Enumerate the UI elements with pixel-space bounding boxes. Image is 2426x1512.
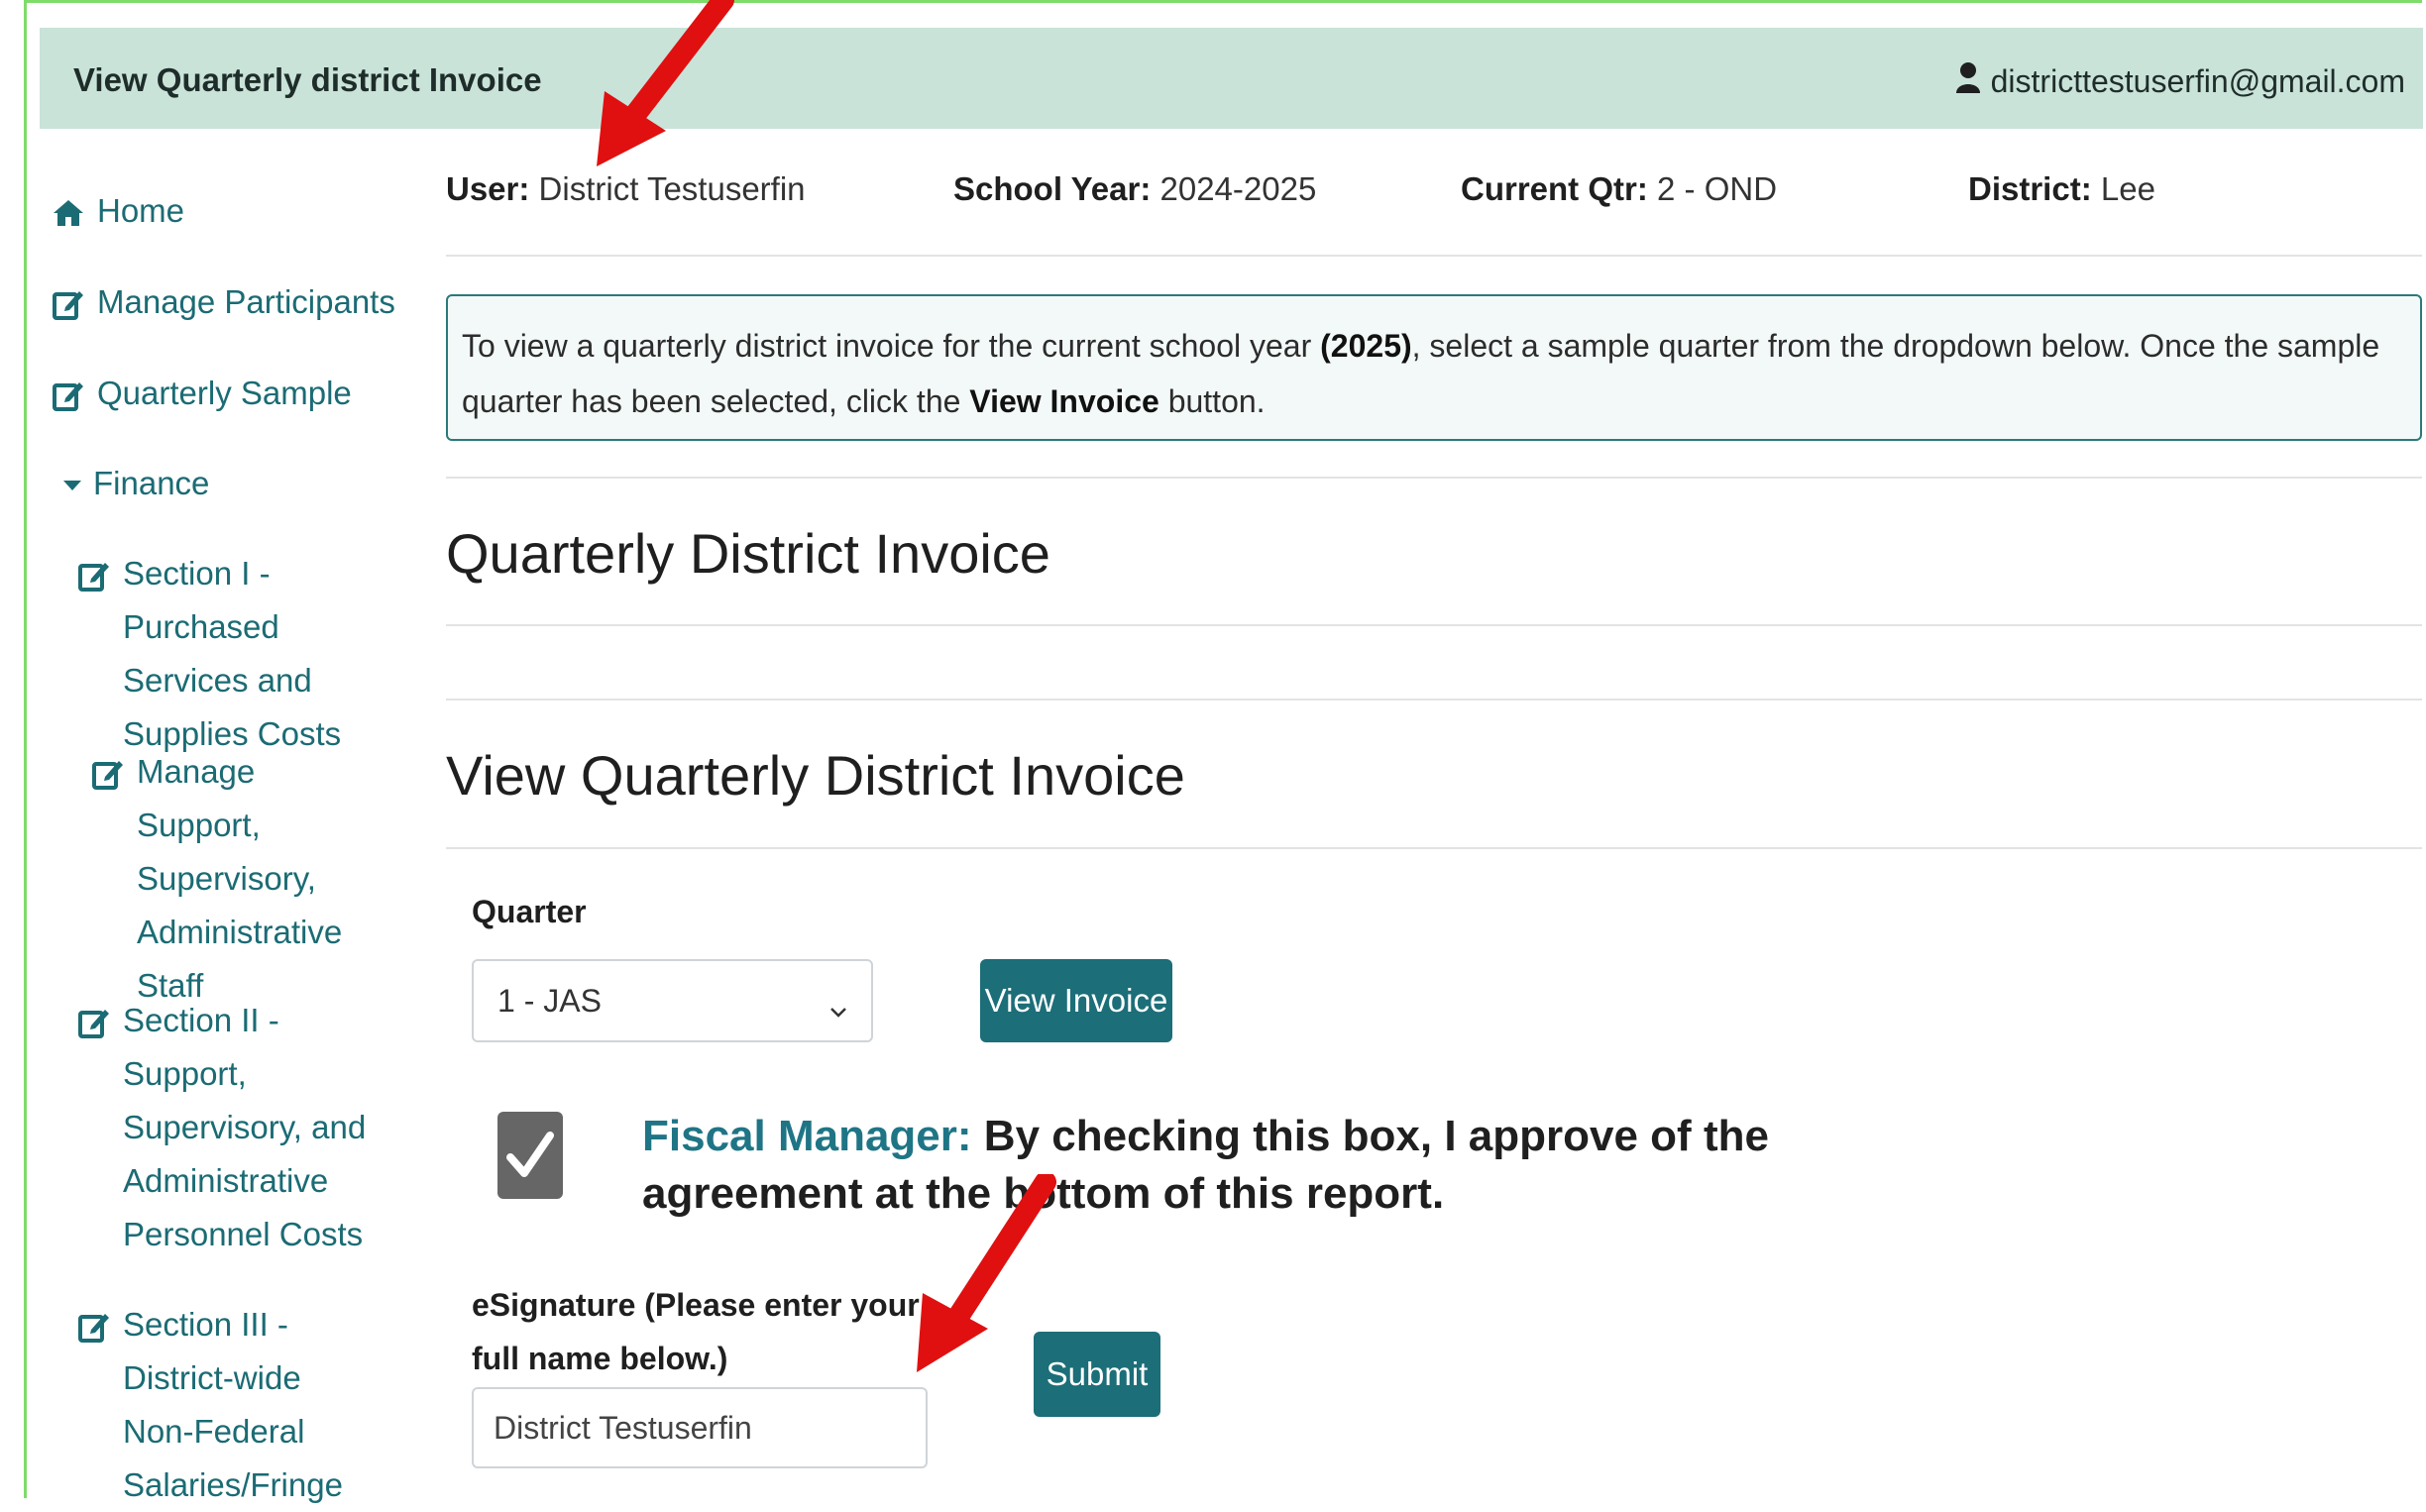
sidebar-item-finance[interactable]: Finance xyxy=(55,457,209,510)
divider xyxy=(446,624,2422,626)
agreement-text: Fiscal Manager: By checking this box, I … xyxy=(642,1108,1881,1223)
meta-district-value: Lee xyxy=(2100,170,2155,207)
checkmark-icon xyxy=(506,1132,554,1177)
quarter-select[interactable]: 1 - JAS xyxy=(472,959,873,1042)
chevron-down-icon xyxy=(829,992,847,1018)
quarter-label: Quarter xyxy=(472,894,587,929)
agreement-role: Fiscal Manager: xyxy=(642,1112,972,1160)
user-email-text: districttestuserfin@gmail.com xyxy=(1990,62,2405,99)
meta-user-value: District Testuserfin xyxy=(538,170,806,207)
approval-checkbox[interactable] xyxy=(497,1112,563,1199)
info-year: (2025) xyxy=(1320,328,1412,364)
info-text-1: To view a quarterly district invoice for… xyxy=(462,328,1321,364)
divider xyxy=(446,255,2422,257)
edit-icon xyxy=(77,555,111,592)
page-frame xyxy=(24,0,2422,1498)
sidebar-item-manage-support-staff[interactable]: Manage Support, Supervisory, Administrat… xyxy=(91,745,369,1013)
sidebar-item-section-2[interactable]: Section II - Support, Supervisory, and A… xyxy=(77,994,375,1261)
quarter-selected-value: 1 - JAS xyxy=(497,982,602,1019)
edit-icon xyxy=(91,753,125,790)
meta-current-qtr-label: Current Qtr: xyxy=(1461,170,1648,207)
view-invoice-button[interactable]: View Invoice xyxy=(980,959,1172,1042)
meta-school-year-value: 2024-2025 xyxy=(1159,170,1317,207)
sidebar-item-section-1[interactable]: Section I - Purchased Services and Suppl… xyxy=(77,547,375,761)
edit-icon xyxy=(77,1306,111,1343)
esignature-input[interactable] xyxy=(472,1387,928,1468)
info-alert: To view a quarterly district invoice for… xyxy=(446,294,2422,441)
edit-icon xyxy=(52,283,85,320)
meta-current-qtr-value: 2 - OND xyxy=(1657,170,1778,207)
sidebar-item-manage-participants[interactable]: Manage Participants xyxy=(52,275,395,329)
user-account[interactable]: districttestuserfin@gmail.com xyxy=(1955,61,2405,101)
divider xyxy=(446,847,2422,849)
page-title: View Quarterly district Invoice xyxy=(73,61,542,98)
sidebar-item-quarterly-sample[interactable]: Quarterly Sample xyxy=(52,367,352,420)
meta-current-qtr: Current Qtr: 2 - OND xyxy=(1461,170,1777,220)
meta-user-label: User: xyxy=(446,170,530,207)
meta-school-year: School Year: 2024-2025 xyxy=(953,170,1316,220)
sidebar-item-home[interactable]: Home xyxy=(52,184,184,238)
divider xyxy=(446,699,2422,701)
section-heading-invoice: Quarterly District Invoice xyxy=(446,522,1050,585)
edit-icon xyxy=(77,1002,111,1038)
meta-district: District: Lee xyxy=(1968,170,2155,220)
info-button-ref: View Invoice xyxy=(969,383,1159,419)
esignature-label: eSignature (Please enter your full name … xyxy=(472,1287,920,1376)
meta-user: User: District Testuserfin xyxy=(446,170,806,220)
home-icon xyxy=(52,192,85,226)
divider xyxy=(446,477,2422,479)
info-text-3: button. xyxy=(1158,383,1266,419)
submit-button[interactable]: Submit xyxy=(1034,1332,1160,1417)
meta-school-year-label: School Year: xyxy=(953,170,1152,207)
top-bar: View Quarterly district Invoice district… xyxy=(40,28,2423,129)
section-heading-view-invoice: View Quarterly District Invoice xyxy=(446,744,1185,807)
caret-down-icon xyxy=(55,465,81,498)
sidebar-item-section-3[interactable]: Section III - District-wide Non-Federal … xyxy=(77,1298,375,1512)
meta-district-label: District: xyxy=(1968,170,2092,207)
edit-icon xyxy=(52,375,85,411)
user-icon xyxy=(1955,61,1981,101)
